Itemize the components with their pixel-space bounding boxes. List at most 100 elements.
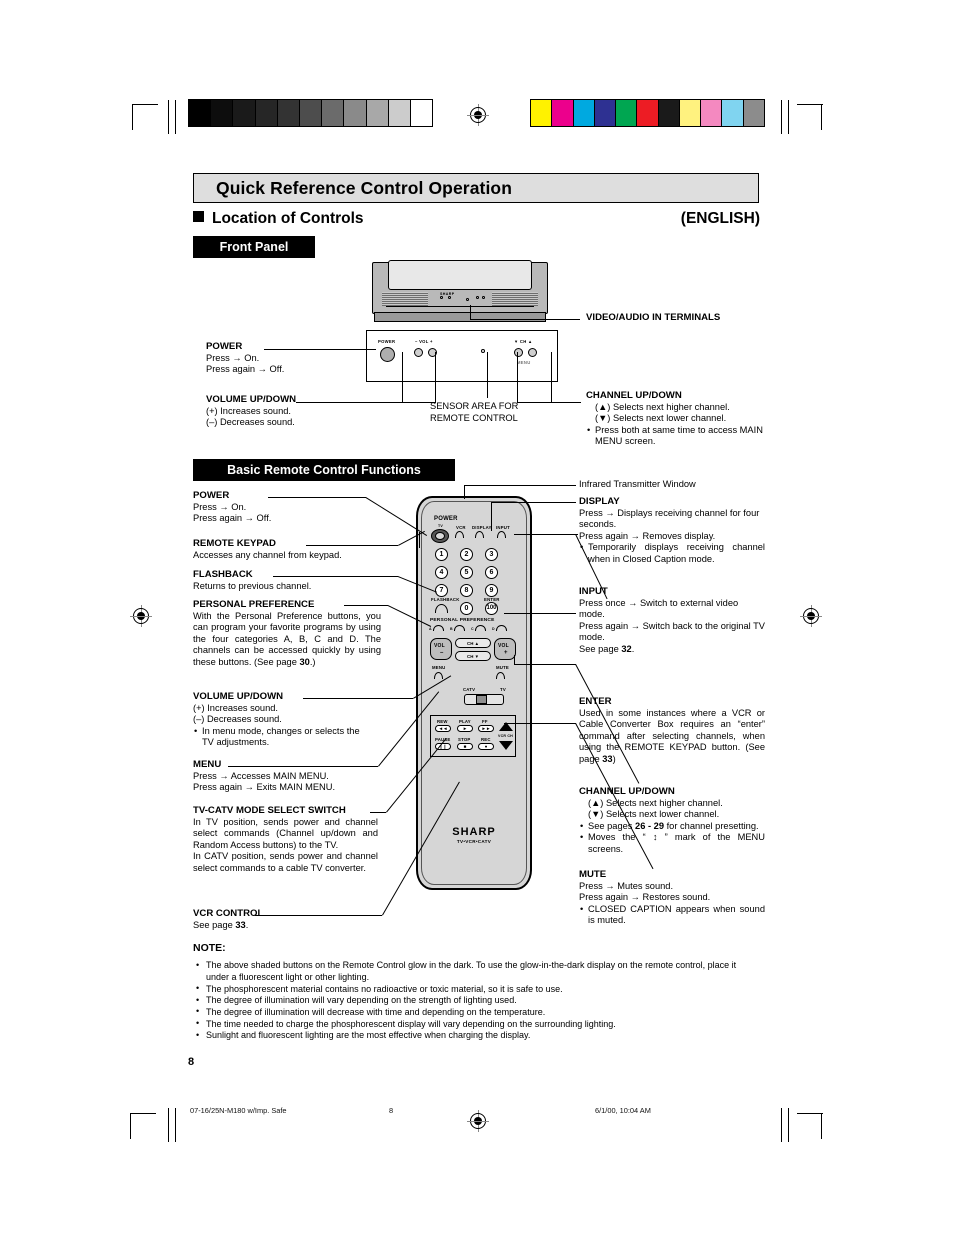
- remote-key-6[interactable]: 6: [485, 566, 498, 579]
- remote-control-illustration: POWER TV VCR DISPLAY INPUT 1 2 3 4 5 6 7…: [416, 496, 532, 890]
- front-panel-band: Front Panel: [193, 236, 315, 258]
- panel-volume-down-button[interactable]: [414, 348, 423, 357]
- callout-personal-preference: PERSONAL PREFERENCE With the Personal Pr…: [193, 599, 381, 669]
- grayscale-swatch: [321, 100, 344, 126]
- remote-key-8[interactable]: 8: [460, 584, 473, 597]
- remote-display-button[interactable]: [475, 531, 484, 538]
- remote-key-4[interactable]: 4: [435, 566, 448, 579]
- grayscale-swatch: [365, 100, 388, 126]
- panel-volume-label: – VOL +: [415, 339, 433, 344]
- remote-brand-sub: TV•VCR•CATV: [456, 839, 492, 844]
- remote-volume-up-button[interactable]: [494, 638, 516, 660]
- vcr-ch-label: VCR CH: [498, 734, 513, 738]
- remote-key-1[interactable]: 1: [435, 548, 448, 561]
- grayscale-swatch: [387, 100, 410, 126]
- crop-mark-top-left-h: [132, 104, 158, 106]
- vcr-rec-label: REC: [481, 737, 491, 742]
- panel-channel-down-button[interactable]: [514, 348, 523, 357]
- remote-channel-down-button[interactable]: CH ▼: [455, 651, 491, 661]
- note-item: • The time needed to charge the phosphore…: [196, 1018, 616, 1029]
- leader-sensor: [487, 352, 489, 398]
- grayscale-swatch: [276, 100, 299, 126]
- callout-display-line-1: Press again → Removes display.: [579, 530, 716, 541]
- grayscale-swatch: [210, 100, 233, 126]
- remote-flashback-button[interactable]: [435, 604, 448, 613]
- section-heading: Location of Controls: [193, 210, 364, 228]
- callout-personal-preference-title: PERSONAL PREFERENCE: [193, 599, 315, 610]
- remote-key-100[interactable]: 100: [485, 602, 498, 615]
- page-number: 8: [188, 1056, 195, 1068]
- callout-front-channel-line-1: (▼) Selects next lower channel.: [595, 413, 727, 424]
- color-swatch: [742, 100, 764, 126]
- callout-input-line-2: See page 32.: [579, 643, 635, 654]
- vcr-ff-button[interactable]: ►►: [478, 725, 494, 732]
- remote-volume-down-button[interactable]: [430, 638, 452, 660]
- color-swatch: [531, 100, 552, 126]
- leader-ir-window: [464, 485, 576, 486]
- tv-front-illustration: SHARP: [372, 260, 548, 324]
- grayscale-swatch: [298, 100, 322, 126]
- remote-menu-button[interactable]: [434, 672, 443, 679]
- note-section: NOTE: • The above shaded buttons on the R…: [193, 942, 753, 1042]
- remote-vcr-button[interactable]: [455, 531, 464, 538]
- panel-channel-label: ▼ CH ▲: [514, 339, 533, 344]
- callout-remote-menu-line-0: Press → Accesses MAIN MENU.: [193, 770, 329, 781]
- tv-catv-switch-knob[interactable]: [476, 695, 487, 704]
- footer-file-name: 07-16/25N-M180 w/Imp. Safe: [190, 1106, 287, 1115]
- crop-mark-top-right-inner: [788, 100, 790, 134]
- panel-channel-up-button[interactable]: [528, 348, 537, 357]
- remote-key-2[interactable]: 2: [460, 548, 473, 561]
- callout-remote-menu-line-1: Press again → Exits MAIN MENU.: [193, 782, 336, 793]
- remote-pp-d-button[interactable]: [496, 625, 507, 631]
- remote-channel-up-button[interactable]: CH ▲: [455, 638, 491, 648]
- panel-power-button[interactable]: [380, 347, 395, 362]
- remote-key-9[interactable]: 9: [485, 584, 498, 597]
- remote-pp-b-button[interactable]: [454, 625, 465, 631]
- color-swatch: [700, 100, 722, 126]
- callout-remote-channel-title: CHANNEL UP/DOWN: [579, 786, 675, 797]
- crop-mark-top-left-v: [132, 104, 134, 130]
- vcr-ch-down-icon[interactable]: [499, 741, 513, 750]
- remote-mute-button[interactable]: [496, 672, 505, 679]
- callout-tv-catv-switch-body-1: In CATV position, sends power and channe…: [193, 851, 378, 873]
- grayscale-swatch: [343, 100, 366, 126]
- vcr-rec-button[interactable]: ●: [478, 743, 494, 750]
- callout-remote-channel-bullet-0: • See pages 26 - 29 for channel presettin…: [580, 820, 759, 831]
- remote-pp-a-button[interactable]: [433, 625, 444, 631]
- crop-mark-top-right-h: [797, 104, 823, 106]
- remote-key-5[interactable]: 5: [460, 566, 473, 579]
- callout-flashback-title: FLASHBACK: [193, 569, 253, 580]
- vcr-stop-button[interactable]: ■: [457, 743, 473, 750]
- crop-mark-top-left-inner: [168, 100, 170, 134]
- leader-volume-v: [402, 352, 404, 403]
- remote-input-button[interactable]: [497, 531, 506, 538]
- callout-front-power-line-1: Press again → Off.: [206, 364, 285, 375]
- note-item: • The phosphorescent material contains no…: [196, 983, 563, 994]
- leader-ch-v2: [551, 352, 553, 403]
- callout-mute: MUTE Press → Mutes sound. Press again → …: [579, 869, 765, 927]
- color-swatch: [721, 100, 743, 126]
- remote-pp-c-button[interactable]: [475, 625, 486, 631]
- grayscale-swatch: [232, 100, 255, 126]
- callout-front-volume-title: VOLUME UP/DOWN: [206, 394, 297, 405]
- remote-catv-label: CATV: [463, 687, 476, 692]
- remote-menu-label: MENU: [432, 665, 446, 670]
- remote-key-3[interactable]: 3: [485, 548, 498, 561]
- callout-tv-catv-switch: TV-CATV MODE SELECT SWITCH In TV positio…: [193, 805, 378, 875]
- remote-mute-label: MUTE: [496, 665, 509, 670]
- registration-mark-top: [467, 104, 489, 126]
- vcr-control-block: REW ◄◄ PLAY ► FF ►► PAUSE ❙❙ STOP ■ REC …: [430, 715, 516, 757]
- callout-flashback-line-0: Returns to previous channel.: [193, 580, 312, 591]
- callout-tv-catv-switch-body-0: In TV position, sends power and channel …: [193, 816, 378, 850]
- note-item: • Sunlight and fluorescent lighting are t…: [196, 1029, 531, 1041]
- vcr-rew-button[interactable]: ◄◄: [435, 725, 451, 732]
- vcr-play-button[interactable]: ►: [457, 725, 473, 732]
- remote-key-7[interactable]: 7: [435, 584, 448, 597]
- callout-tv-catv-switch-title: TV-CATV MODE SELECT SWITCH: [193, 805, 346, 816]
- callout-remote-menu-title: MENU: [193, 759, 222, 770]
- remote-key-0[interactable]: 0: [460, 602, 473, 615]
- vcr-rew-label: REW: [437, 719, 448, 724]
- callout-remote-channel-line-0: (▲) Selects next higher channel.: [588, 797, 723, 808]
- callout-remote-keypad: REMOTE KEYPAD Accesses any channel from …: [193, 538, 373, 561]
- callout-front-channel-line-0: (▲) Selects next higher channel.: [595, 401, 730, 412]
